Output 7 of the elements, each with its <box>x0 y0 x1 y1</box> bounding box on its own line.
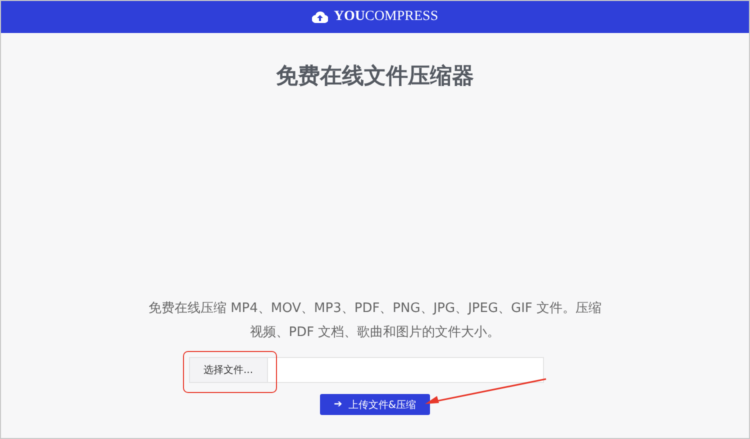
page-title: 免费在线文件压缩器 <box>276 63 474 91</box>
file-input[interactable]: 选择文件... <box>188 357 544 383</box>
description: 免费在线压缩 MP4、MOV、MP3、PDF、PNG、JPG、JPEG、GIF 文件。压缩视频、PDF 文档、歌曲和图片的文件大小。 <box>147 300 603 342</box>
logo-text: YOUCOMPRESS <box>334 9 438 25</box>
choose-file-button[interactable]: 选择文件... <box>190 358 268 382</box>
upload-compress-button[interactable]: ➔ 上传文件&压缩 <box>320 394 430 415</box>
cloud-upload-icon <box>312 11 328 23</box>
